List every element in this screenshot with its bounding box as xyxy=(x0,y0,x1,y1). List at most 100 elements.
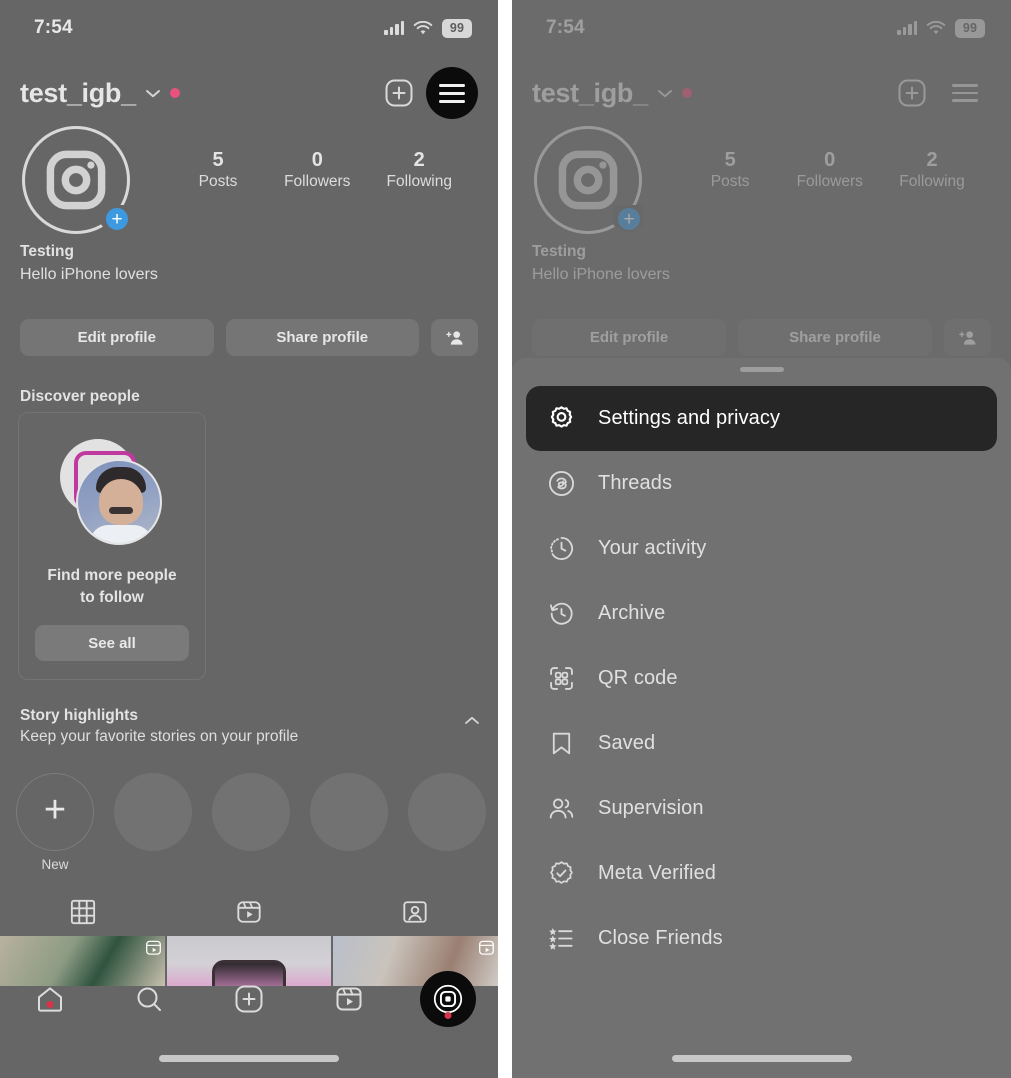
add-person-icon xyxy=(944,319,991,356)
menu-item-label: Your activity xyxy=(598,537,707,559)
menu-item-close-friends[interactable]: Close Friends xyxy=(526,906,997,971)
search-icon xyxy=(137,987,162,1011)
instagram-camera-avatar-icon xyxy=(38,142,114,218)
story-highlights-header: Story highlights Keep your favorite stor… xyxy=(20,707,480,746)
stat-following[interactable]: 2 Following xyxy=(386,148,451,191)
stat-value: 2 xyxy=(413,149,425,171)
plus-square-icon xyxy=(898,79,926,107)
new-highlight-item[interactable]: + New xyxy=(16,773,94,872)
story-highlights-subtitle: Keep your favorite stories on your profi… xyxy=(20,728,299,745)
edit-profile-button[interactable]: Edit profile xyxy=(20,319,214,356)
menu-item-saved[interactable]: Saved xyxy=(526,711,997,776)
menu-bottom-sheet: Settings and privacy Threads Your activi… xyxy=(512,358,1011,1078)
full-name: Testing xyxy=(20,243,74,260)
reel-badge-icon xyxy=(479,940,494,955)
archive-clock-icon xyxy=(546,599,576,629)
hamburger-menu-icon[interactable] xyxy=(426,67,478,119)
see-all-button[interactable]: See all xyxy=(35,625,189,661)
pink-dot-icon xyxy=(169,88,180,98)
menu-item-label: Close Friends xyxy=(598,927,723,949)
reels-tab[interactable] xyxy=(299,985,399,1013)
sheet-grabber-handle[interactable] xyxy=(739,367,784,372)
stat-followers[interactable]: 0 Followers xyxy=(284,148,350,191)
profile-action-buttons: Edit profile Share profile xyxy=(20,319,478,356)
menu-item-label: Meta Verified xyxy=(598,862,717,884)
your-activity-clock-icon xyxy=(546,534,576,564)
plus-square-icon xyxy=(235,985,263,1013)
status-bar: 7:54 99 xyxy=(512,0,1011,56)
settings-gear-icon xyxy=(546,404,576,434)
suggested-user-avatar-icon xyxy=(58,439,166,547)
stat-value: 2 xyxy=(926,149,938,171)
plus-square-icon[interactable] xyxy=(384,78,414,108)
menu-item-meta-verified[interactable]: Meta Verified xyxy=(526,841,997,906)
home-indicator[interactable] xyxy=(671,1055,852,1062)
reels-tab[interactable] xyxy=(166,899,332,925)
stat-label: Posts xyxy=(198,173,238,190)
wifi-icon xyxy=(413,20,433,34)
plus-icon: + xyxy=(616,206,642,232)
avatar[interactable]: + xyxy=(22,126,131,234)
username-label: test_igb_ xyxy=(20,77,136,108)
bookmark-icon xyxy=(546,729,576,759)
account-switcher[interactable]: test_igb_ xyxy=(20,78,180,109)
highlight-placeholder[interactable] xyxy=(212,773,290,872)
chevron-down-icon xyxy=(145,89,160,97)
menu-item-archive[interactable]: Archive xyxy=(526,581,997,646)
cellular-bars-icon xyxy=(384,21,404,35)
discover-people-card[interactable]: Find more people to follow See all xyxy=(18,412,206,680)
menu-item-threads[interactable]: Threads xyxy=(526,451,997,516)
add-person-icon[interactable] xyxy=(431,319,478,356)
highlight-placeholder[interactable] xyxy=(310,773,388,872)
highlight-placeholder[interactable] xyxy=(114,773,192,872)
stat-following: 2 Following xyxy=(899,148,964,191)
account-switcher: test_igb_ xyxy=(532,78,692,109)
instagram-camera-avatar-icon xyxy=(550,142,626,218)
tagged-tab[interactable] xyxy=(332,899,498,925)
highlight-placeholder[interactable] xyxy=(408,773,486,872)
menu-item-label: QR code xyxy=(598,667,678,689)
stat-label: Followers xyxy=(796,173,863,190)
plus-icon[interactable]: + xyxy=(104,206,130,232)
chevron-up-icon[interactable] xyxy=(464,715,480,725)
stats-row: 5 Posts 0 Followers 2 Following xyxy=(130,126,476,191)
reels-icon xyxy=(237,901,261,923)
phone-screen-before: 7:54 99 test_igb_ + 5 Posts 0 Followers … xyxy=(0,0,498,1078)
profile-tab[interactable] xyxy=(420,971,477,1027)
username-label: test_igb_ xyxy=(532,77,648,108)
profile-action-buttons: Edit profile Share profile xyxy=(532,319,991,356)
home-indicator[interactable] xyxy=(159,1055,339,1062)
menu-item-your-activity[interactable]: Your activity xyxy=(526,516,997,581)
status-time: 7:54 xyxy=(34,17,73,38)
menu-item-supervision[interactable]: Supervision xyxy=(526,776,997,841)
bio-text: Hello iPhone lovers xyxy=(20,266,158,284)
stat-label: Followers xyxy=(284,173,351,190)
avatar: + xyxy=(534,126,643,234)
menu-item-label: Saved xyxy=(598,732,656,754)
home-tab[interactable] xyxy=(0,984,100,1014)
home-icon xyxy=(37,987,62,1012)
search-tab[interactable] xyxy=(100,984,200,1014)
supervision-people-icon xyxy=(546,794,576,824)
meta-verified-badge-icon xyxy=(546,859,576,889)
create-tab[interactable] xyxy=(199,984,299,1014)
menu-item-settings-and-privacy[interactable]: Settings and privacy xyxy=(526,386,997,451)
bio-block: Testing Hello iPhone lovers xyxy=(20,240,478,286)
menu-item-label: Supervision xyxy=(598,797,704,819)
stat-value: 5 xyxy=(212,149,224,171)
stat-label: Following xyxy=(386,173,452,190)
header-actions xyxy=(384,67,478,119)
share-profile-button[interactable]: Share profile xyxy=(225,319,419,356)
menu-item-qr-code[interactable]: QR code xyxy=(526,646,997,711)
reel-badge-icon xyxy=(145,940,161,955)
chevron-down-icon xyxy=(657,89,672,97)
status-indicators: 99 xyxy=(384,18,472,38)
stat-posts[interactable]: 5 Posts xyxy=(188,148,248,191)
edit-profile-button: Edit profile xyxy=(532,319,726,356)
stat-label: Posts xyxy=(710,173,750,190)
caption-line-1: Find more people xyxy=(47,567,177,584)
story-highlights-title: Story highlights xyxy=(20,707,138,724)
profile-tab-slot xyxy=(398,971,498,1027)
stat-value: 5 xyxy=(724,149,736,171)
grid-tab[interactable] xyxy=(0,899,166,925)
